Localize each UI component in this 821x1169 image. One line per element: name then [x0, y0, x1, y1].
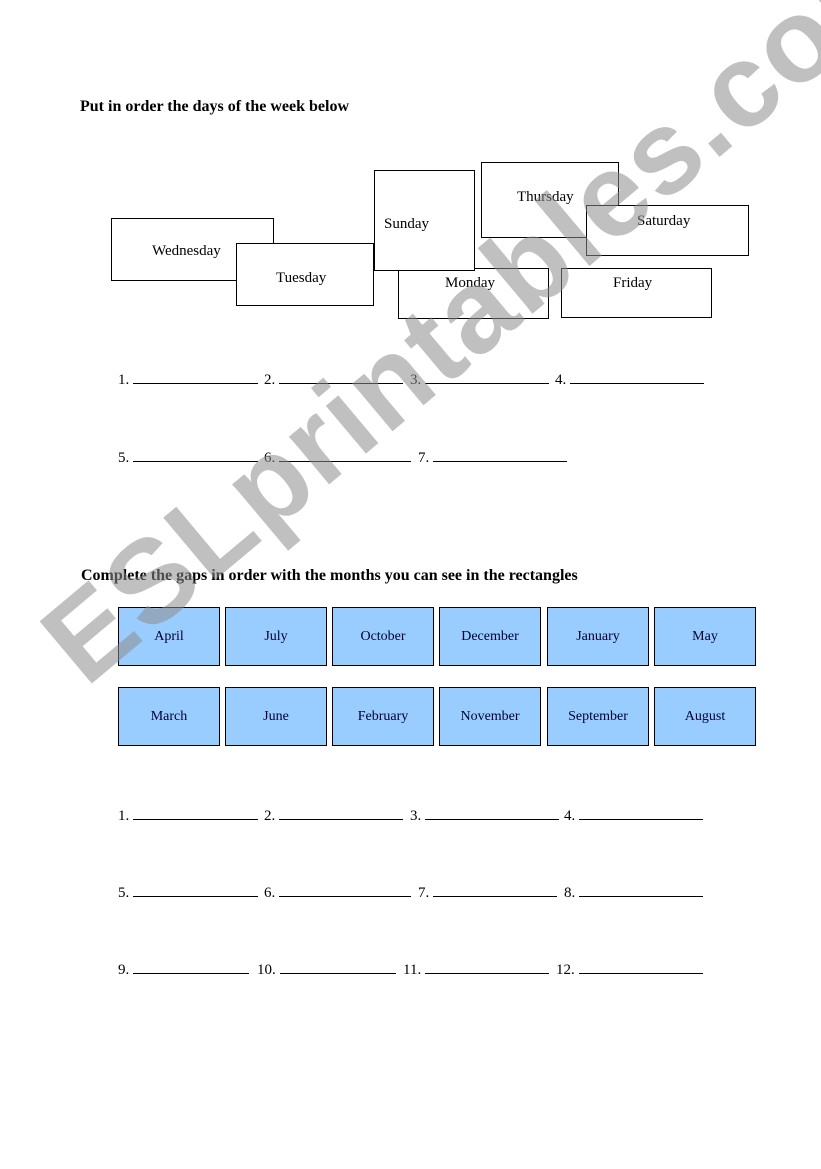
- answer-blank[interactable]: 4.: [555, 372, 705, 389]
- day-card-friday[interactable]: Friday: [561, 268, 712, 318]
- month-card[interactable]: June: [225, 687, 327, 746]
- months-heading: Complete the gaps in order with the mont…: [81, 567, 578, 584]
- month-card[interactable]: January: [547, 607, 649, 666]
- days-heading: Put in order the days of the week below: [80, 98, 350, 115]
- answer-blank[interactable]: 8.: [564, 885, 704, 902]
- answer-blank[interactable]: 1.: [118, 808, 259, 825]
- answer-blank[interactable]: 11.: [403, 962, 550, 979]
- answer-blank[interactable]: 3.: [410, 808, 560, 825]
- answer-blank[interactable]: 5.: [118, 450, 259, 467]
- month-card[interactable]: July: [225, 607, 327, 666]
- answer-blank[interactable]: 7.: [418, 885, 558, 902]
- day-card-saturday[interactable]: Saturday: [586, 205, 749, 256]
- month-card[interactable]: September: [547, 687, 649, 746]
- month-card[interactable]: August: [654, 687, 756, 746]
- answer-blank[interactable]: 3.: [410, 372, 550, 389]
- answer-blank[interactable]: 5.: [118, 885, 259, 902]
- answer-blank[interactable]: 6.: [264, 885, 412, 902]
- month-card[interactable]: April: [118, 607, 220, 666]
- day-card-tuesday[interactable]: Tuesday: [236, 243, 374, 306]
- answer-blank[interactable]: 7.: [418, 450, 568, 467]
- answer-blank[interactable]: 6.: [264, 450, 412, 467]
- month-card[interactable]: May: [654, 607, 756, 666]
- answer-blank[interactable]: 2.: [264, 808, 404, 825]
- month-card[interactable]: December: [439, 607, 541, 666]
- month-card[interactable]: March: [118, 687, 220, 746]
- answer-blank[interactable]: 9.: [118, 962, 250, 979]
- answer-blank[interactable]: 1.: [118, 372, 259, 389]
- answer-blank[interactable]: 12.: [556, 962, 703, 979]
- month-card[interactable]: October: [332, 607, 434, 666]
- day-card-sunday[interactable]: Sunday: [374, 170, 475, 271]
- answer-blank[interactable]: 2.: [264, 372, 404, 389]
- month-card[interactable]: November: [439, 687, 541, 746]
- month-card[interactable]: February: [332, 687, 434, 746]
- day-card-monday[interactable]: Monday: [398, 268, 549, 319]
- answer-blank[interactable]: 4.: [564, 808, 704, 825]
- answer-blank[interactable]: 10.: [257, 962, 396, 979]
